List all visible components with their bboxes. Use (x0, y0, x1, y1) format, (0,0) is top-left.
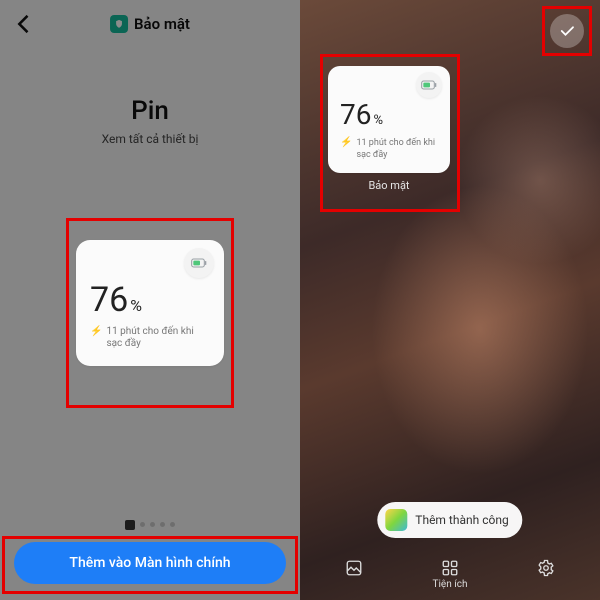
battery-icon (184, 248, 214, 278)
app-name: Bảo mật (134, 15, 190, 33)
dot (150, 522, 155, 527)
wallpaper-button[interactable] (345, 559, 363, 590)
widgets-label: Tiện ích (433, 579, 468, 590)
shield-icon (110, 15, 128, 33)
percent-value: 76 (340, 98, 371, 131)
widget-label: Bảo mật (328, 179, 450, 192)
success-toast: Thêm thành công (377, 502, 522, 538)
percent-sign: % (130, 296, 142, 315)
charge-text: 11 phút cho đến khi sạc đầy (356, 137, 438, 161)
left-header: Bảo mật (0, 0, 300, 48)
bolt-icon: ⚡ (340, 137, 352, 149)
battery-widget-placed: 76 % ⚡ 11 phút cho đến khi sạc đầy (328, 66, 450, 173)
add-button-label: Thêm vào Màn hình chính (69, 555, 230, 571)
toast-icon (385, 509, 407, 531)
percent-value: 76 (90, 280, 128, 320)
percent-box: 76 % (340, 98, 438, 131)
toast-text: Thêm thành công (415, 513, 508, 527)
dot-active (125, 520, 135, 530)
back-button[interactable] (10, 10, 38, 38)
page-subtitle: Xem tất cả thiết bị (0, 132, 300, 146)
page-title: Pin (0, 96, 300, 126)
bolt-icon: ⚡ (90, 326, 102, 338)
bottom-bar: Tiện ích (300, 559, 600, 590)
charge-text: 11 phút cho đến khi sạc đầy (106, 326, 210, 350)
charge-line: ⚡ 11 phút cho đến khi sạc đầy (90, 326, 210, 350)
dot (140, 522, 145, 527)
battery-icon (416, 72, 442, 98)
widgets-button[interactable]: Tiện ích (433, 559, 468, 590)
confirm-button[interactable] (550, 14, 584, 48)
battery-widget-placed-wrap[interactable]: 76 % ⚡ 11 phút cho đến khi sạc đầy Bảo m… (328, 66, 450, 192)
settings-button[interactable] (537, 559, 555, 590)
charge-line: ⚡ 11 phút cho đến khi sạc đầy (340, 137, 438, 161)
dot (170, 522, 175, 527)
pagination-dots (125, 520, 175, 530)
dot (160, 522, 165, 527)
battery-widget-preview[interactable]: 76 % ⚡ 11 phút cho đến khi sạc đầy (76, 240, 224, 366)
right-screen: 76 % ⚡ 11 phút cho đến khi sạc đầy Bảo m… (300, 0, 600, 600)
left-screen: Bảo mật Pin Xem tất cả thiết bị 76 % ⚡ 1… (0, 0, 300, 600)
percent-box: 76 % (90, 280, 210, 320)
add-to-home-button[interactable]: Thêm vào Màn hình chính (14, 542, 286, 584)
percent-sign: % (373, 113, 383, 128)
header-title-wrap: Bảo mật (110, 15, 190, 33)
